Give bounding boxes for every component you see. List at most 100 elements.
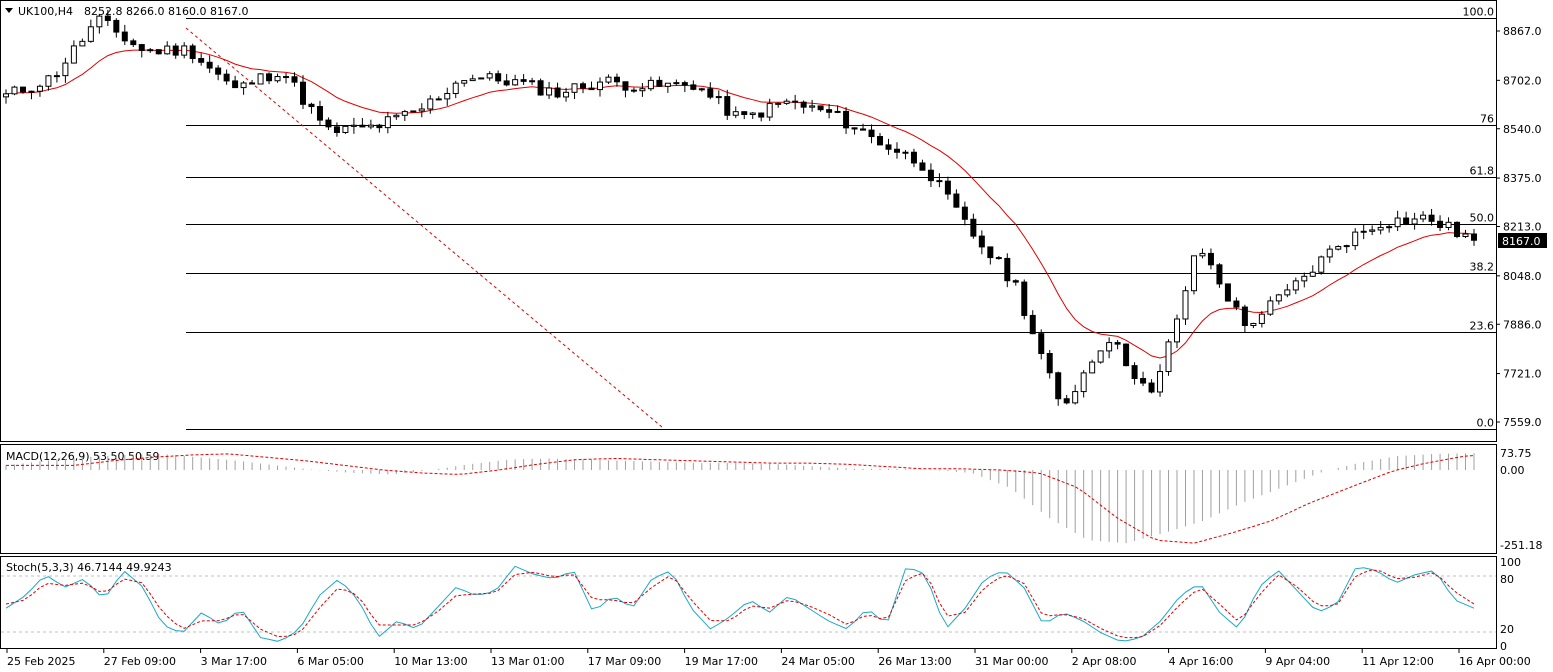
candle (1445, 217, 1452, 231)
price-tick-label: 8540.0 (1503, 123, 1542, 136)
candle (1377, 221, 1384, 235)
candle (283, 72, 290, 84)
candle (944, 176, 951, 200)
fibonacci-levels[interactable]: 100.0 76 61.8 50.0 38.2 23.6 0.0 (186, 6, 1496, 430)
time-tick-label: 17 Mar 09:00 (588, 655, 661, 668)
time-tick-label: 16 Apr 00:00 (1459, 655, 1531, 668)
candle (1360, 224, 1367, 240)
time-tick-label: 27 Feb 09:00 (104, 655, 176, 668)
time-tick-label: 4 Apr 16:00 (1169, 655, 1234, 668)
stoch-main-line (5, 565, 1475, 642)
candle (342, 125, 349, 134)
candle (1182, 286, 1189, 325)
candle (1106, 337, 1113, 359)
candle (554, 82, 561, 99)
candle (478, 77, 485, 80)
candle (758, 112, 765, 122)
ma-line (5, 49, 1475, 359)
price-tick-label: 8375.0 (1503, 172, 1542, 185)
time-tick-label: 2 Apr 08:00 (1072, 655, 1137, 668)
moving-average (5, 49, 1475, 359)
candle (1063, 394, 1070, 405)
candle (783, 98, 790, 105)
candle (690, 80, 697, 91)
candle (1038, 329, 1045, 360)
candle (978, 230, 985, 255)
candle (215, 65, 222, 81)
candle (1454, 221, 1461, 239)
candle (826, 103, 833, 119)
candle (1394, 210, 1401, 232)
price-axis: 8867.0 8702.0 8540.0 8375.0 8213.0 8048.0 7886… (1496, 25, 1542, 429)
candle (1190, 255, 1197, 295)
candle (1343, 244, 1350, 254)
candle (45, 74, 52, 91)
candle (664, 82, 671, 93)
chart-svg[interactable]: 100.0 76 61.8 50.0 38.2 23.6 0.0 UK100,H4 8252… (0, 0, 1553, 668)
macd-axis-label: -251.18 (1500, 539, 1542, 552)
candle (350, 117, 357, 134)
candle (961, 201, 968, 226)
candle (775, 102, 782, 108)
fib-level-label: 76 (1480, 113, 1494, 126)
macd-panel-frame (0, 444, 1497, 554)
candle (749, 112, 756, 120)
candle (138, 43, 145, 58)
fib-level-label: 23.6 (1470, 320, 1495, 333)
main-panel-frame (0, 0, 1497, 442)
candle (401, 109, 408, 122)
time-tick-label: 24 Mar 05:00 (781, 655, 854, 668)
candle (529, 77, 536, 85)
candle (851, 127, 858, 135)
candle (707, 82, 714, 100)
time-tick-label: 3 Mar 17:00 (201, 655, 267, 668)
candle (1080, 370, 1087, 398)
candle (843, 107, 850, 134)
stoch-axis-label: 0 (1500, 640, 1507, 653)
stoch-axis-label: 80 (1500, 573, 1514, 586)
candle (936, 173, 943, 188)
ohlc-label: 8252.8 8266.0 8160.0 8167.0 (84, 5, 248, 18)
candle (257, 73, 264, 85)
candle (384, 111, 391, 134)
candle (588, 81, 595, 91)
stoch-axis-label: 20 (1500, 623, 1514, 636)
candle (1462, 229, 1469, 239)
macd-axis-label: 0.00 (1500, 464, 1525, 477)
candle (325, 117, 332, 131)
candle (580, 81, 587, 94)
macd-histogram (5, 453, 1475, 544)
candle (1352, 228, 1359, 250)
candle (113, 18, 120, 38)
candle (1267, 296, 1274, 316)
candle (36, 84, 43, 97)
fib-level-label: 50.0 (1470, 212, 1495, 225)
candle (639, 83, 646, 97)
current-price-label: 8167.0 (1502, 235, 1541, 248)
symbol-dropdown-icon[interactable] (5, 8, 13, 13)
fib-level-label: 100.0 (1463, 6, 1495, 19)
candle (444, 87, 451, 106)
candle (274, 73, 281, 83)
candle (715, 90, 722, 105)
candle (970, 213, 977, 239)
candle (359, 118, 366, 128)
candle (206, 55, 213, 73)
candle (249, 79, 256, 85)
candle (147, 48, 154, 53)
time-tick-label: 13 Mar 01:00 (491, 655, 564, 668)
time-tick-label: 25 Feb 2025 (7, 655, 75, 668)
candle (546, 81, 553, 99)
stochastic-lines (5, 565, 1475, 642)
candle (410, 110, 417, 113)
price-tick-label: 8048.0 (1503, 270, 1542, 283)
candle (605, 74, 612, 85)
time-tick-label: 11 Apr 12:00 (1362, 655, 1434, 668)
candle (1224, 283, 1231, 302)
candle (1258, 310, 1265, 328)
candle (681, 80, 688, 93)
candle (1284, 283, 1291, 298)
candle (1386, 224, 1393, 233)
candle (698, 87, 705, 92)
trading-chart[interactable]: 100.0 76 61.8 50.0 38.2 23.6 0.0 UK100,H4 8252… (0, 0, 1553, 668)
